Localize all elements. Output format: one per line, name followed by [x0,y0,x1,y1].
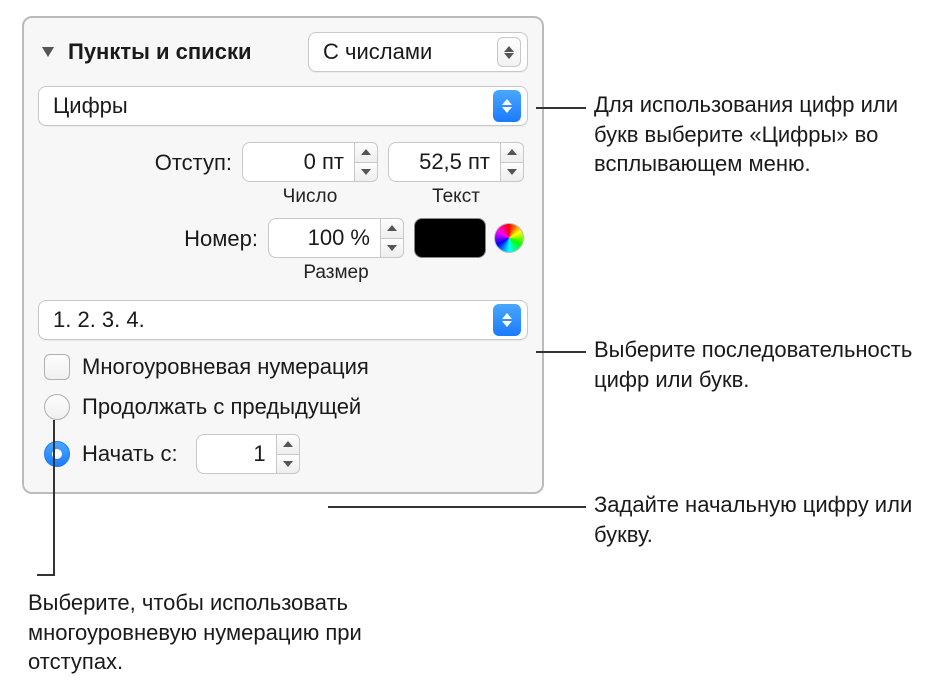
indent-text-field[interactable]: 52,5 пт [388,142,524,182]
start-row: Начать с: 1 [38,434,528,474]
stepper-down-icon[interactable] [500,162,524,183]
callout-start: Задайте начальную цифру или букву. [594,490,914,549]
continue-label: Продолжать с предыдущей [82,394,361,420]
disclosure-triangle-icon[interactable] [38,42,58,62]
chevron-up-down-icon [497,37,521,67]
number-size-stepper[interactable] [380,218,404,258]
indent-number-stepper[interactable] [354,142,378,182]
tiered-numbers-checkbox[interactable] [44,354,70,380]
bullets-lists-panel: Пункты и списки С числами Цифры Отступ: … [22,16,544,494]
indent-number-sublabel: Число [283,186,338,208]
start-label: Начать с: [82,441,178,467]
panel-header: Пункты и списки С числами [38,32,528,72]
number-label: Номер: [184,218,258,252]
callout-line [328,506,586,508]
callout-line [37,574,55,576]
list-type-value: С числами [323,39,432,65]
callout-format: Для использования цифр или букв выберите… [594,90,914,179]
callout-line [53,420,55,574]
callout-line [536,107,586,109]
indent-text-sublabel: Текст [432,186,480,208]
tiered-numbers-label: Многоуровневая нумерация [82,354,369,380]
callout-sequence: Выберите последовательность цифр или бук… [594,335,914,394]
list-type-popup[interactable]: С числами [308,32,528,72]
start-radio[interactable] [44,441,70,467]
panel-title: Пункты и списки [68,39,251,65]
color-wheel-icon[interactable] [494,223,524,253]
tiered-numbers-row: Многоуровневая нумерация [38,354,528,380]
continue-row: Продолжать с предыдущей [38,394,528,420]
stepper-down-icon[interactable] [354,162,378,183]
number-size-value[interactable]: 100 % [268,218,380,258]
number-format-popup[interactable]: Цифры [38,86,528,126]
stepper-up-icon[interactable] [380,218,404,238]
color-swatch[interactable] [414,218,486,258]
stepper-up-icon[interactable] [500,142,524,162]
number-size-sublabel: Размер [303,262,368,284]
start-value-field[interactable]: 1 [196,434,300,474]
stepper-up-icon[interactable] [354,142,378,162]
sequence-popup[interactable]: 1. 2. 3. 4. [38,300,528,340]
number-format-value: Цифры [53,93,128,119]
continue-radio[interactable] [44,394,70,420]
indent-number-value[interactable]: 0 пт [242,142,354,182]
stepper-down-icon[interactable] [276,454,300,475]
start-value[interactable]: 1 [196,434,276,474]
indent-number-field[interactable]: 0 пт [242,142,378,182]
indent-label: Отступ: [155,142,232,176]
chevron-up-down-icon [493,90,521,122]
callout-line [536,351,586,353]
number-size-field[interactable]: 100 % [268,218,404,258]
stepper-down-icon[interactable] [380,238,404,259]
chevron-up-down-icon [493,304,521,336]
start-stepper[interactable] [276,434,300,474]
indent-text-value[interactable]: 52,5 пт [388,142,500,182]
sequence-value: 1. 2. 3. 4. [53,307,145,333]
callout-tiered: Выберите, чтобы использовать многоуровне… [28,588,428,677]
stepper-up-icon[interactable] [276,434,300,454]
indent-text-stepper[interactable] [500,142,524,182]
